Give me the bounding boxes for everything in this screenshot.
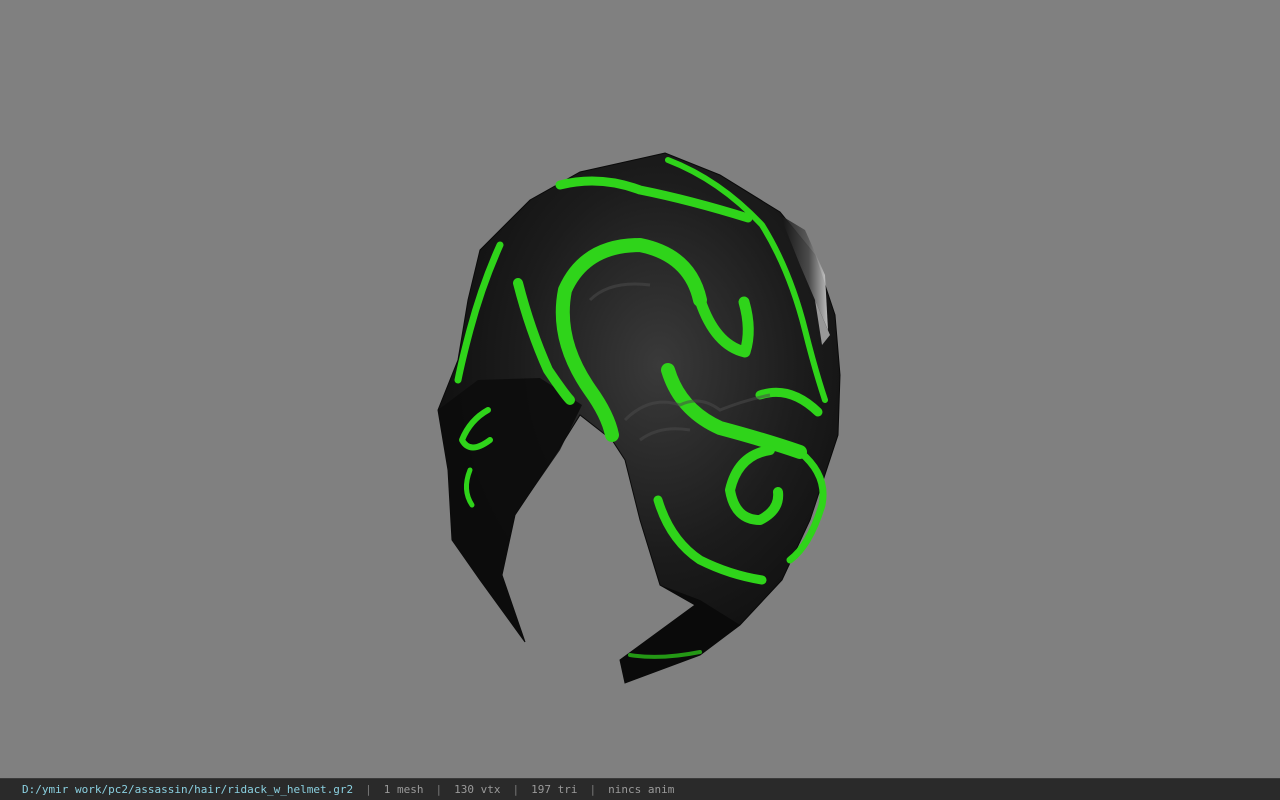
vertex-count: 130 vtx: [454, 783, 501, 796]
status-bar: D:/ymir work/pc2/assassin/hair/ridack_w_…: [0, 778, 1280, 800]
3d-viewport[interactable]: [0, 0, 1280, 778]
file-path: D:/ymir work/pc2/assassin/hair/ridack_w_…: [22, 783, 354, 796]
mesh-count: 1 mesh: [383, 783, 424, 796]
triangle-count: 197 tri: [531, 783, 578, 796]
helmet-left-flap: [438, 378, 582, 642]
separator: |: [512, 783, 520, 796]
anim-status: nincs anim: [608, 783, 675, 796]
separator: |: [589, 783, 597, 796]
separator: |: [365, 783, 372, 796]
separator: |: [435, 783, 443, 796]
helmet-model[interactable]: [0, 0, 1280, 778]
